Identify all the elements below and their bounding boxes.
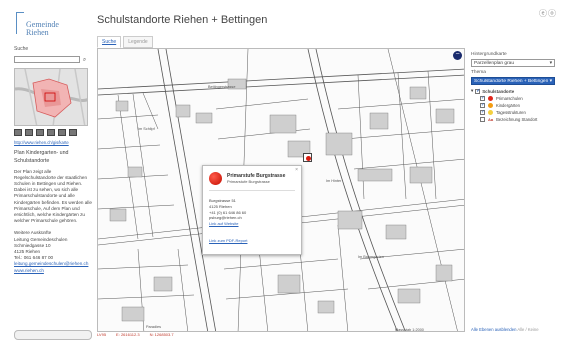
map-label: Bettingerstrasse: [208, 85, 236, 89]
search-label: Suche: [14, 46, 29, 52]
main-tabs: Suche Legende: [97, 36, 153, 48]
chevron-down-icon: ▾: [549, 60, 552, 66]
layer-item[interactable]: Tagesstrukturen: [480, 109, 561, 115]
primary-school-symbol-icon: [488, 96, 493, 101]
coord-system: LV95: [97, 332, 107, 337]
coordinate-status: LV95 E: 2616112.3 N: 1268503.7: [97, 332, 465, 337]
page-title: Schulstandorte Riehen + Bettingen: [97, 14, 268, 26]
tab-suche[interactable]: Suche: [97, 36, 122, 48]
layer-checkbox[interactable]: [480, 95, 485, 101]
plan-description: Der Plan zeigt alle Regelschulstandorte …: [14, 168, 92, 224]
basemap-value: Parzellenplan grau: [474, 60, 515, 66]
contact-web-link[interactable]: www.riehen.ch: [14, 268, 44, 273]
popup-subtitle: Primarstufe Burgstrasse: [227, 179, 270, 184]
school-marker[interactable]: [303, 153, 312, 162]
logo-line2: Riehen: [26, 28, 49, 37]
layer-group-label: Schulstandorte: [482, 88, 515, 94]
website-link[interactable]: Link auf Website: [209, 221, 246, 227]
sidebar-footer-button[interactable]: [14, 330, 92, 340]
map-canvas[interactable]: Im Schlipf Bettingerstrasse Im Hinter Im…: [97, 48, 465, 332]
gis-link[interactable]: http://www.riehen.ch/gis/karte: [14, 140, 92, 146]
layer-label: Tagesstrukturen: [496, 110, 526, 115]
kindergarten-symbol-icon: [488, 103, 493, 108]
basemap-label: Hintergrundkarte: [471, 52, 507, 57]
layer-checkbox[interactable]: [480, 102, 485, 108]
print-icon[interactable]: [14, 128, 22, 136]
plan-title: Plan Kindergarten- und Schulstandorte: [14, 150, 69, 164]
layer-item[interactable]: Kindergärten: [480, 102, 561, 108]
scale-label: Massstab 1:2000: [395, 328, 424, 332]
layer-tree: ▾ Schulstandorte Primarschulen Kindergär…: [471, 88, 561, 122]
hide-all-link[interactable]: Alle Ebenen ausblenden: [471, 327, 516, 332]
municipality-logo[interactable]: Gemeinde Riehen: [14, 10, 74, 40]
theme-label: Thema: [471, 70, 486, 75]
pdf-report-link[interactable]: Link zum PDF-Report: [209, 238, 247, 243]
chevron-down-icon: ▾: [549, 78, 552, 84]
day-structure-symbol-icon: [488, 110, 493, 115]
coord-east: E: 2616112.3: [116, 332, 140, 337]
layer-item[interactable]: Aa Bezeichnung Standort: [480, 117, 561, 122]
help-icon[interactable]: [69, 128, 77, 136]
layer-panel: Hintergrundkarte Parzellenplan grau ▾ Th…: [471, 50, 561, 122]
layer-group[interactable]: ▾ Schulstandorte: [471, 88, 561, 94]
coord-north: N: 1268503.7: [149, 332, 174, 337]
theme-select[interactable]: Schulstandorte Riehen + Bettingen ▾: [471, 77, 555, 85]
share-icon[interactable]: [58, 128, 66, 136]
school-popup: × Primarstufe Burgstrasse Primarstufe Bu…: [202, 165, 302, 255]
layer-checkbox[interactable]: [480, 109, 485, 115]
measure-icon[interactable]: [36, 128, 44, 136]
magnifier-icon[interactable]: ⌕: [80, 56, 89, 64]
popup-address: Burgstrasse 51 4125 Riehen +41 (0) 61 64…: [209, 198, 246, 227]
map-label: Im Hinter: [326, 179, 342, 183]
left-sidebar: Suche ⌕ http://www.riehen.ch/gis/karte P…: [14, 46, 92, 274]
header-icons[interactable]: ⓔⓞ: [539, 8, 557, 19]
contact-info: Weitere Auskünfte Leitung Gemeindeschule…: [14, 230, 92, 273]
draw-icon[interactable]: [47, 128, 55, 136]
label-symbol-icon: Aa: [488, 117, 494, 122]
theme-value: Schulstandorte Riehen + Bettingen: [474, 78, 549, 84]
map-label: Paradies: [146, 325, 161, 329]
close-icon[interactable]: ×: [295, 167, 298, 173]
logo-bracket: [16, 12, 24, 34]
contact-email-link[interactable]: leitung.gemeindeschulen@riehen.ch: [14, 261, 88, 266]
map-label: Im Baumgarten: [358, 255, 384, 259]
hide-all-layers[interactable]: Alle Ebenen ausblenden Alle / Keine: [471, 327, 539, 332]
map-label: Im Schlipf: [138, 127, 155, 131]
toggle-all-link[interactable]: Alle / Keine: [517, 327, 538, 332]
collapse-icon[interactable]: ▾: [471, 88, 473, 94]
layer-label: Primarschulen: [496, 96, 523, 101]
layer-item[interactable]: Primarschulen: [480, 95, 561, 101]
overview-map[interactable]: [14, 67, 88, 126]
tab-legende[interactable]: Legende: [123, 36, 153, 48]
minus-icon[interactable]: −: [453, 51, 462, 60]
info-icon[interactable]: [25, 128, 33, 136]
layer-label: Kindergärten: [496, 103, 520, 108]
layer-checkbox[interactable]: [480, 117, 485, 122]
search-input[interactable]: [14, 56, 80, 64]
primary-school-icon: [209, 172, 222, 185]
layer-label: Bezeichnung Standort: [496, 117, 538, 122]
popup-divider: [209, 190, 295, 191]
overview-toolbar: [14, 128, 92, 136]
basemap-select[interactable]: Parzellenplan grau ▾: [471, 59, 555, 67]
layer-group-checkbox[interactable]: [475, 88, 480, 94]
